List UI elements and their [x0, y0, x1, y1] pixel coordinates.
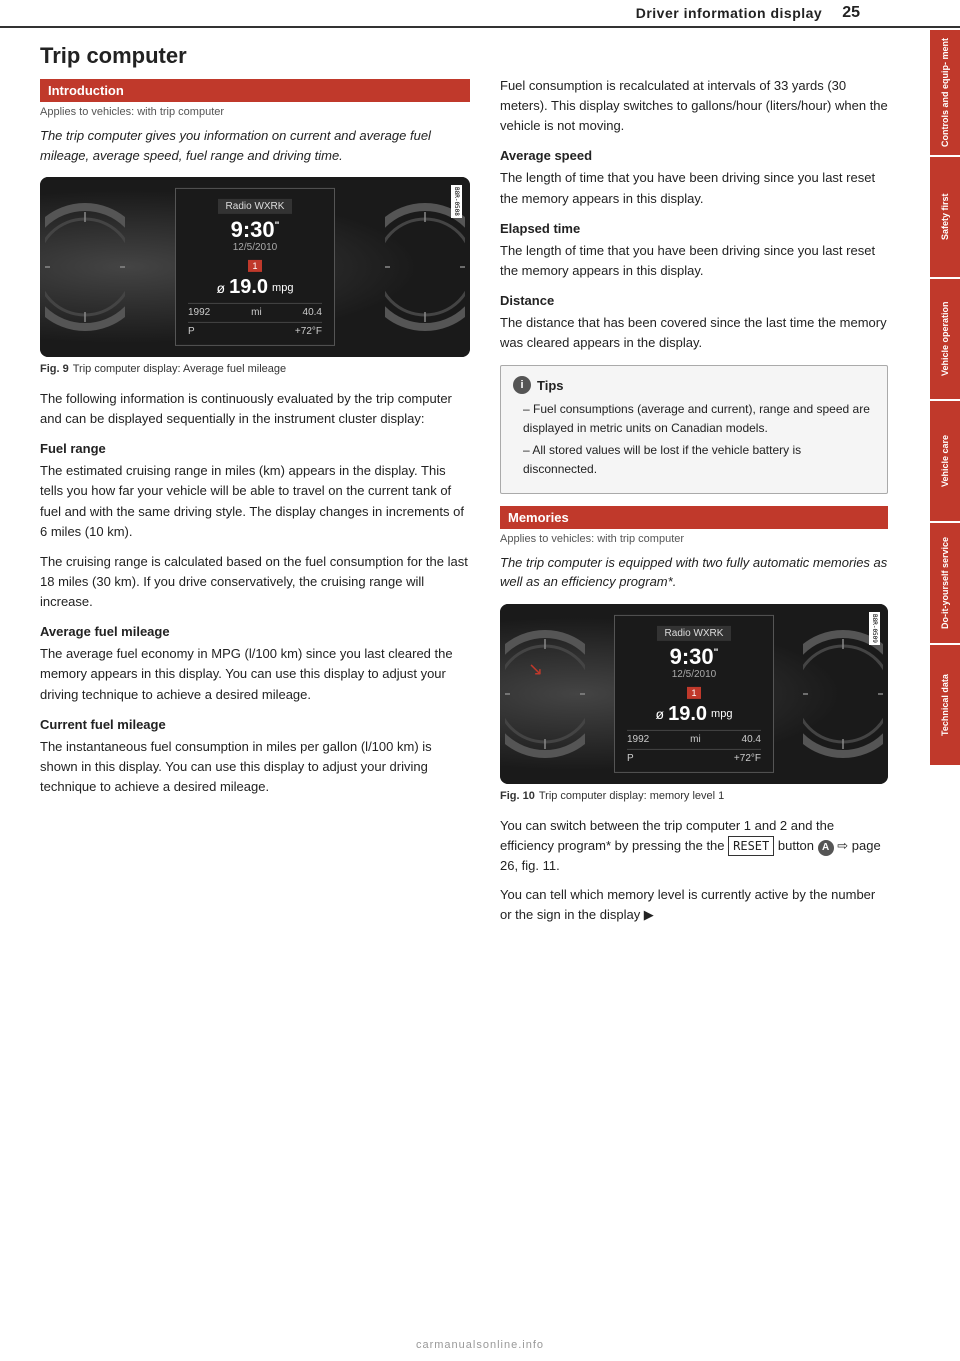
tips-header: i Tips	[513, 376, 875, 394]
dash-barcode: B8R-0508	[451, 185, 462, 218]
current-fuel-title: Current fuel mileage	[40, 717, 470, 732]
avg-fuel-title: Average fuel mileage	[40, 624, 470, 639]
page-number: 25	[842, 4, 860, 22]
dashboard-1: Radio WXRK 9:30" 12/5/2010 1 ø 19.0 mpg …	[40, 177, 470, 357]
tips-icon: i	[513, 376, 531, 394]
sidebar-tab-safety[interactable]: Safety first	[930, 157, 960, 277]
dash-mpg-value-2: 19.0	[668, 703, 707, 726]
gauge-left	[45, 192, 125, 342]
dashboard-center-display-2: Radio WXRK 9:30" 12/5/2010 1 ø 19.0 mpg …	[614, 615, 774, 773]
figure-caption-1: Fig. 9 Trip computer display: Average fu…	[40, 363, 470, 375]
tips-item-2: All stored values will be lost if the ve…	[523, 441, 875, 478]
dash-mpg-symbol: ø	[217, 280, 226, 296]
intro-applies: Applies to vehicles: with trip computer	[40, 106, 470, 118]
sidebar-tab-vehicle-care[interactable]: Vehicle care	[930, 401, 960, 521]
header-title: Driver information display	[636, 5, 822, 21]
memories-header: Memories	[500, 506, 888, 529]
memories-applies: Applies to vehicles: with trip computer	[500, 533, 888, 545]
arrow-indicator: ↘	[528, 659, 543, 680]
elapsed-time-title: Elapsed time	[500, 221, 888, 236]
sidebar-tab-vehicle-op[interactable]: Vehicle operation	[930, 279, 960, 399]
memories-text: The trip computer is equipped with two f…	[500, 553, 888, 592]
left-column: Trip computer Introduction Applies to ve…	[40, 38, 470, 933]
sidebar-tab-diy[interactable]: Do-it-your­self ser­vice	[930, 523, 960, 643]
sidebar-tab-technical[interactable]: Technical data	[930, 645, 960, 765]
right-column: Fuel consumption is recalculated at inte…	[500, 38, 888, 933]
dash-mpg-symbol-2: ø	[656, 706, 665, 722]
dash-mpg-row: ø 19.0 mpg	[188, 276, 322, 299]
dash-radio-label: Radio WXRK	[218, 199, 293, 214]
sidebar-tab-controls[interactable]: Controls and equip- ment	[930, 30, 960, 155]
bottom-text-1: You can switch between the trip computer…	[500, 816, 888, 877]
dash-time: 9:30"	[188, 218, 322, 242]
bottom-text-2: You can tell which memory level is curre…	[500, 885, 888, 925]
intro-text: The trip computer gives you information …	[40, 126, 470, 165]
current-fuel-text: The instantaneous fuel consumption in mi…	[40, 737, 470, 797]
dash-mpg-row-2: ø 19.0 mpg	[627, 703, 761, 726]
elapsed-time-text: The length of time that you have been dr…	[500, 241, 888, 281]
avg-speed-text: The length of time that you have been dr…	[500, 168, 888, 208]
right-top-text: Fuel consumption is recalculated at inte…	[500, 76, 888, 136]
dash-bottom-row-4: P +72°F	[627, 749, 761, 764]
dashboard-2: ↘ Radio WXRK 9:30" 12/5/2010 1 ø 19.0 mp…	[500, 604, 888, 784]
dash-mpg-unit: mpg	[272, 282, 293, 294]
memories-section: Memories Applies to vehicles: with trip …	[500, 506, 888, 592]
dash-date-2: 12/5/2010	[627, 669, 761, 680]
dash-bottom-row2: P +72°F	[188, 322, 322, 337]
dash-badge-2: 1	[687, 687, 700, 699]
dashboard-center-display: Radio WXRK 9:30" 12/5/2010 1 ø 19.0 mpg …	[175, 188, 335, 346]
distance-title: Distance	[500, 293, 888, 308]
dash-mpg-value: 19.0	[229, 276, 268, 299]
page-title: Trip computer	[40, 43, 470, 69]
tips-item-1: Fuel consumptions (average and current),…	[523, 400, 875, 437]
intro-header: Introduction	[40, 79, 470, 102]
right-sidebar: Controls and equip- ment Safety first Ve…	[930, 30, 960, 765]
dash-bottom-row-3: 1992 mi 40.4	[627, 730, 761, 745]
dash-date: 12/5/2010	[188, 242, 322, 253]
top-bar: Driver information display 25	[0, 0, 960, 28]
tips-list: Fuel consumptions (average and current),…	[513, 400, 875, 478]
gauge-left-2	[505, 619, 585, 769]
reset-button: RESET	[728, 836, 774, 857]
watermark: carmanualsonline.info	[416, 1339, 544, 1351]
dash-barcode-2: B8R-0509	[869, 612, 880, 645]
dash-mpg-unit-2: mpg	[711, 708, 732, 720]
dash-bottom-row: 1992 mi 40.4	[188, 303, 322, 318]
fuel-range-title: Fuel range	[40, 441, 470, 456]
circle-a: A	[818, 840, 834, 856]
fuel-range-text: The estimated cruising range in miles (k…	[40, 461, 470, 542]
distance-text: The distance that has been covered since…	[500, 313, 888, 353]
avg-fuel-text: The average fuel economy in MPG (l/100 k…	[40, 644, 470, 704]
tips-box: i Tips Fuel consumptions (average and cu…	[500, 365, 888, 493]
avg-speed-title: Average speed	[500, 148, 888, 163]
figure-caption-2: Fig. 10 Trip computer display: memory le…	[500, 790, 888, 802]
dash-radio-label-2: Radio WXRK	[657, 626, 732, 641]
dash-time-2: 9:30"	[627, 645, 761, 669]
main-content: Trip computer Introduction Applies to ve…	[0, 28, 928, 943]
following-text: The following information is continuousl…	[40, 389, 470, 429]
fuel-range-text2: The cruising range is calculated based o…	[40, 552, 470, 612]
dash-badge: 1	[248, 260, 261, 272]
